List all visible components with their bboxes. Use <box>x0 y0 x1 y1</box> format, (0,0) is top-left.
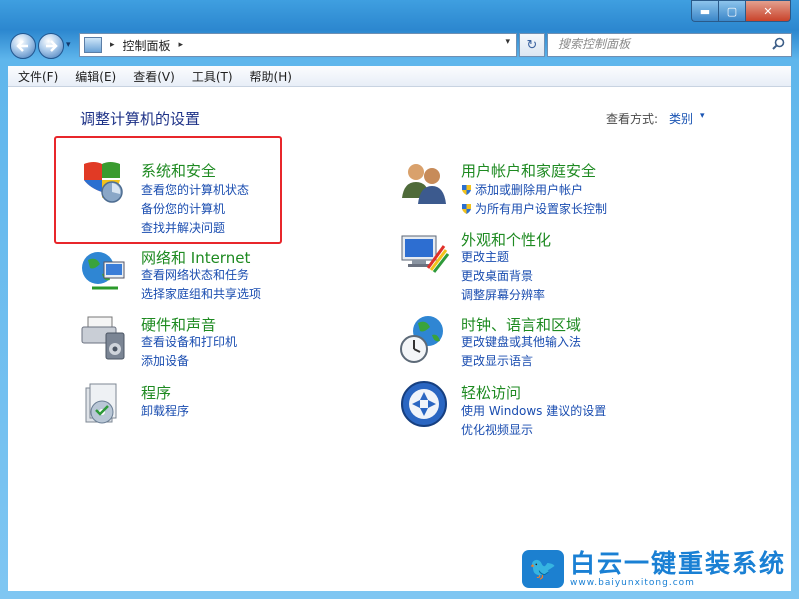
breadcrumb-control-panel[interactable]: 控制面板 <box>123 37 171 54</box>
link-uninstall-program[interactable]: 卸载程序 <box>141 402 189 419</box>
view-by-label: 查看方式: <box>606 112 659 126</box>
uac-shield-icon <box>461 203 472 215</box>
category-user-accounts: 用户帐户和家庭安全 添加或删除用户帐户 为所有用户设置家长控制 <box>398 158 648 218</box>
address-dropdown-icon[interactable]: ▾ <box>505 37 510 47</box>
users-icon <box>398 158 450 210</box>
globe-network-icon <box>78 246 130 298</box>
category-clock-language: 时钟、语言和区域 更改键盘或其他输入法 更改显示语言 <box>398 313 648 373</box>
menu-view[interactable]: 查看(V) <box>123 66 182 86</box>
view-by-dropdown[interactable]: 类别 <box>669 110 693 127</box>
control-panel-content: 调整计算机的设置 查看方式: 类别 ▾ 系统和安全 查看您的计算机状态 备份您的… <box>8 87 791 591</box>
accessibility-icon <box>398 380 450 432</box>
link-optimize-visual-display[interactable]: 优化视频显示 <box>461 421 533 438</box>
maximize-button[interactable]: ▢ <box>718 0 745 22</box>
uac-shield-icon <box>461 184 472 196</box>
link-network-status[interactable]: 查看网络状态和任务 <box>141 266 249 283</box>
category-title-appearance[interactable]: 外观和个性化 <box>461 229 551 250</box>
link-add-remove-accounts[interactable]: 添加或删除用户帐户 <box>461 181 583 198</box>
watermark-brand: 白云一键重装系统 <box>569 549 786 578</box>
close-button[interactable]: ✕ <box>745 0 791 22</box>
breadcrumb-separator-2[interactable]: ▸ <box>179 40 184 50</box>
clock-globe-icon <box>398 313 450 365</box>
recent-pages-dropdown[interactable]: ▾ <box>66 40 71 50</box>
category-programs: 程序 卸载程序 <box>78 380 278 430</box>
watermark-url: www.baiyunxitong.com <box>569 578 695 588</box>
menu-bar: 文件(F) 编辑(E) 查看(V) 工具(T) 帮助(H) <box>8 66 791 87</box>
category-title-clock-language[interactable]: 时钟、语言和区域 <box>461 314 581 335</box>
watermark: 🐦 白云一键重装系统 www.baiyunxitong.com <box>521 549 786 589</box>
monitor-palette-icon <box>398 228 450 280</box>
category-appearance: 外观和个性化 更改主题 更改桌面背景 调整屏幕分辨率 <box>398 228 648 302</box>
category-title-network-internet[interactable]: 网络和 Internet <box>141 247 250 268</box>
window-controls: ▬ ▢ ✕ <box>691 0 791 22</box>
category-hardware-sound: 硬件和声音 查看设备和打印机 添加设备 <box>78 313 298 373</box>
menu-edit[interactable]: 编辑(E) <box>65 66 123 86</box>
link-add-remove-accounts-label: 添加或删除用户帐户 <box>475 183 584 197</box>
category-network-internet: 网络和 Internet 查看网络状态和任务 选择家庭组和共享选项 <box>78 246 298 306</box>
link-homegroup-sharing[interactable]: 选择家庭组和共享选项 <box>141 285 261 302</box>
category-title-hardware-sound[interactable]: 硬件和声音 <box>141 314 216 335</box>
navigation-bar: ▾ ▸ 控制面板 ▸ ▾ ↻ <box>0 30 799 62</box>
back-button[interactable] <box>10 33 36 59</box>
breadcrumb-separator[interactable]: ▸ <box>110 40 115 50</box>
program-disc-icon <box>78 380 130 432</box>
minimize-button[interactable]: ▬ <box>691 0 718 22</box>
menu-file[interactable]: 文件(F) <box>8 66 65 86</box>
printer-speaker-icon <box>78 313 130 365</box>
link-change-theme[interactable]: 更改主题 <box>461 248 509 265</box>
link-adjust-resolution[interactable]: 调整屏幕分辨率 <box>461 286 545 303</box>
arrow-right-icon <box>46 40 58 52</box>
search-box <box>547 33 792 57</box>
menu-tools[interactable]: 工具(T) <box>182 66 240 86</box>
search-icon[interactable] <box>772 37 785 54</box>
link-change-keyboards[interactable]: 更改键盘或其他输入法 <box>461 333 581 350</box>
category-ease-of-access: 轻松访问 使用 Windows 建议的设置 优化视频显示 <box>398 380 658 440</box>
category-title-ease-of-access[interactable]: 轻松访问 <box>461 382 521 403</box>
link-devices-printers[interactable]: 查看设备和打印机 <box>141 333 237 350</box>
view-by-chevron-icon[interactable]: ▾ <box>700 111 705 121</box>
page-title: 调整计算机的设置 <box>80 110 201 128</box>
link-windows-suggested-settings[interactable]: 使用 Windows 建议的设置 <box>461 402 606 419</box>
highlight-box <box>54 136 282 244</box>
link-change-desktop-background[interactable]: 更改桌面背景 <box>461 267 533 284</box>
category-title-programs[interactable]: 程序 <box>141 382 171 403</box>
menu-help[interactable]: 帮助(H) <box>240 66 299 86</box>
arrow-left-icon <box>16 40 28 52</box>
link-parental-controls-label: 为所有用户设置家长控制 <box>475 202 608 216</box>
link-change-display-language[interactable]: 更改显示语言 <box>461 352 533 369</box>
control-panel-icon <box>84 37 102 53</box>
link-add-device[interactable]: 添加设备 <box>141 352 189 369</box>
bird-logo-icon: 🐦 <box>521 550 564 588</box>
link-parental-controls[interactable]: 为所有用户设置家长控制 <box>461 200 607 217</box>
forward-button[interactable] <box>38 33 64 59</box>
search-input[interactable] <box>548 34 763 54</box>
category-title-user-accounts[interactable]: 用户帐户和家庭安全 <box>461 160 596 181</box>
refresh-button[interactable]: ↻ <box>519 33 545 57</box>
watermark-text: 白云一键重装系统 www.baiyunxitong.com <box>569 549 786 589</box>
address-bar[interactable]: ▸ 控制面板 ▸ ▾ <box>79 33 517 57</box>
